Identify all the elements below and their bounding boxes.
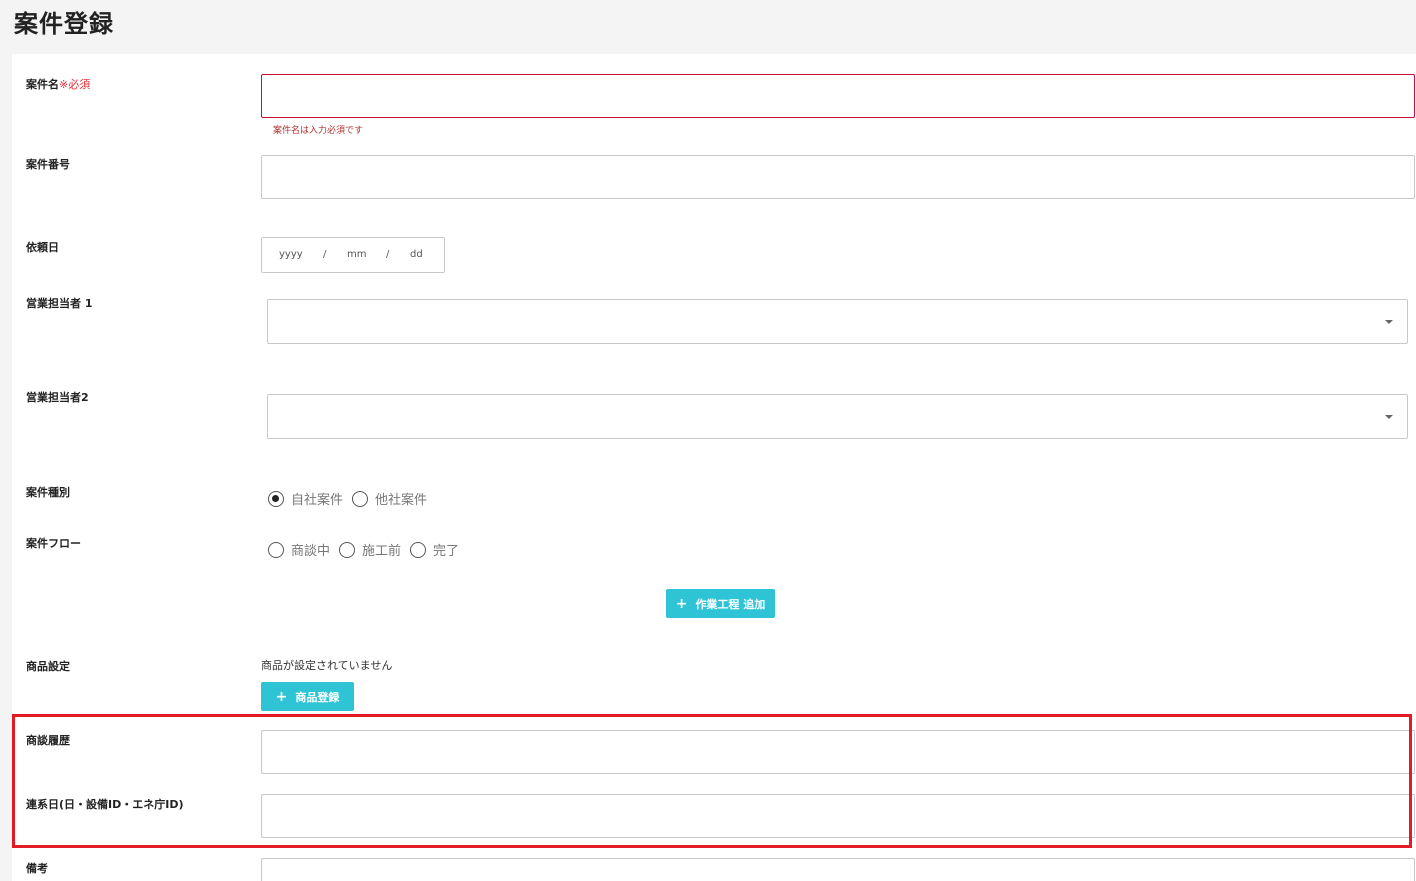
sales-rep1-select[interactable] bbox=[267, 299, 1408, 344]
register-product-label: 商品登録 bbox=[295, 690, 340, 704]
page-title: 案件登録 bbox=[14, 10, 114, 38]
radio-negotiating-label[interactable]: 商談中 bbox=[291, 540, 330, 559]
radio-own-case[interactable] bbox=[268, 490, 284, 507]
sales-rep1-label: 営業担当者 1 bbox=[26, 297, 93, 310]
notes-label: 備考 bbox=[26, 862, 48, 875]
add-process-button[interactable]: + 作業工程 追加 bbox=[666, 589, 775, 618]
case-name-label-text: 案件名 bbox=[26, 78, 59, 91]
date-month-placeholder: mm bbox=[347, 249, 367, 260]
radio-own-case-label[interactable]: 自社案件 bbox=[291, 489, 343, 508]
chevron-down-icon bbox=[1385, 320, 1393, 324]
case-number-input[interactable] bbox=[261, 155, 1415, 199]
case-type-label: 案件種別 bbox=[26, 486, 70, 499]
radio-complete[interactable] bbox=[410, 541, 427, 558]
highlight-box bbox=[12, 714, 1412, 848]
date-separator: / bbox=[386, 249, 390, 260]
date-separator: / bbox=[323, 249, 327, 260]
sales-rep2-select[interactable] bbox=[267, 394, 1408, 439]
radio-complete-label[interactable]: 完了 bbox=[433, 540, 459, 559]
case-flow-label: 案件フロー bbox=[26, 537, 81, 550]
product-label: 商品設定 bbox=[26, 660, 70, 673]
case-type-group: 自社案件 他社案件 bbox=[268, 489, 436, 508]
radio-pre-construction[interactable] bbox=[339, 541, 356, 558]
case-name-label: 案件名※必須 bbox=[26, 76, 90, 92]
request-date-label: 依頼日 bbox=[26, 241, 59, 254]
case-name-input[interactable] bbox=[261, 74, 1415, 118]
date-year-placeholder: yyyy bbox=[279, 249, 303, 260]
date-day-placeholder: dd bbox=[410, 249, 423, 260]
product-empty-text: 商品が設定されていません bbox=[261, 659, 393, 672]
radio-negotiating[interactable] bbox=[268, 541, 284, 558]
required-mark: ※必須 bbox=[59, 78, 91, 91]
case-number-label: 案件番号 bbox=[26, 158, 70, 171]
radio-other-case-label[interactable]: 他社案件 bbox=[375, 489, 427, 508]
plus-icon: + bbox=[275, 688, 288, 705]
radio-other-case[interactable] bbox=[352, 490, 369, 507]
sales-rep2-label: 営業担当者2 bbox=[26, 391, 89, 404]
chevron-down-icon bbox=[1385, 415, 1393, 419]
add-process-label: 作業工程 追加 bbox=[695, 597, 766, 611]
case-flow-group: 商談中 施工前 完了 bbox=[268, 540, 468, 559]
notes-input[interactable] bbox=[261, 858, 1415, 881]
register-product-button[interactable]: + 商品登録 bbox=[261, 682, 354, 711]
radio-pre-construction-label[interactable]: 施工前 bbox=[362, 540, 401, 559]
plus-icon: + bbox=[675, 595, 688, 612]
case-name-error: 案件名は入力必須です bbox=[273, 126, 364, 136]
request-date-input[interactable]: yyyy / mm / dd bbox=[261, 237, 445, 273]
